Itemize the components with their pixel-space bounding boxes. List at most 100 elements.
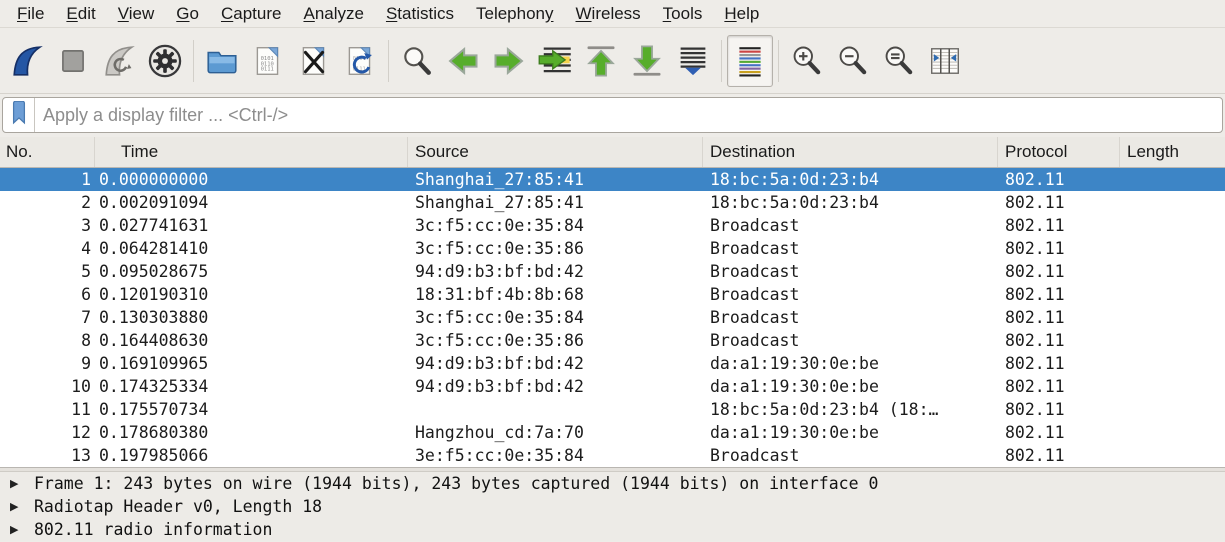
- zoom-out-button[interactable]: [830, 35, 876, 87]
- packet-cell-source: 3c:f5:cc:0e:35:84: [408, 306, 703, 329]
- packet-cell-protocol: 802.11: [998, 283, 1120, 306]
- packet-cell-no: 11: [0, 398, 95, 421]
- go-forward-button[interactable]: [486, 35, 532, 87]
- resize-columns-icon: [928, 44, 962, 78]
- save-file-button[interactable]: 010101100111: [245, 35, 291, 87]
- document-reload-icon: 01010111: [343, 44, 377, 78]
- menu-item-capture[interactable]: Capture: [210, 2, 292, 26]
- packet-row[interactable]: 120.178680380Hangzhou_cd:7a:70da:a1:19:3…: [0, 421, 1225, 444]
- go-first-packet-button[interactable]: [578, 35, 624, 87]
- reload-file-button[interactable]: 01010111: [337, 35, 383, 87]
- auto-scroll-button[interactable]: [670, 35, 716, 87]
- detail-line[interactable]: ▶Radiotap Header v0, Length 18: [0, 496, 1225, 519]
- packet-cell-time: 0.095028675: [95, 260, 408, 283]
- packet-cell-source: 94:d9:b3:bf:bd:42: [408, 375, 703, 398]
- auto-scroll-icon: [675, 43, 711, 79]
- packet-cell-destination: Broadcast: [703, 283, 998, 306]
- packet-cell-time: 0.174325334: [95, 375, 408, 398]
- packet-cell-no: 10: [0, 375, 95, 398]
- packet-cell-length: [1120, 260, 1225, 283]
- detail-line[interactable]: ▶Frame 1: 243 bytes on wire (1944 bits),…: [0, 473, 1225, 496]
- packet-cell-time: 0.002091094: [95, 191, 408, 214]
- filter-bookmark-button[interactable]: [3, 98, 35, 132]
- menu-item-edit[interactable]: Edit: [55, 2, 106, 26]
- packet-cell-source: 94:d9:b3:bf:bd:42: [408, 352, 703, 375]
- packet-row[interactable]: 90.16910996594:d9:b3:bf:bd:42da:a1:19:30…: [0, 352, 1225, 375]
- packet-row[interactable]: 40.0642814103c:f5:cc:0e:35:86Broadcast80…: [0, 237, 1225, 260]
- zoom-in-icon: [790, 44, 824, 78]
- column-header-time[interactable]: Time: [95, 137, 408, 167]
- document-close-icon: [297, 44, 331, 78]
- detail-line-text: Radiotap Header v0, Length 18: [34, 497, 322, 516]
- menu-item-analyze[interactable]: Analyze: [292, 2, 374, 26]
- packet-cell-protocol: 802.11: [998, 260, 1120, 283]
- packet-cell-time: 0.164408630: [95, 329, 408, 352]
- menu-item-go[interactable]: Go: [165, 2, 210, 26]
- menu-item-file[interactable]: File: [6, 2, 55, 26]
- go-to-packet-button[interactable]: [532, 35, 578, 87]
- zoom-normal-icon: [882, 44, 916, 78]
- resize-columns-button[interactable]: [922, 35, 968, 87]
- expand-arrow-icon[interactable]: ▶: [10, 496, 34, 518]
- column-header-destination[interactable]: Destination: [703, 137, 998, 167]
- packet-row[interactable]: 80.1644086303c:f5:cc:0e:35:86Broadcast80…: [0, 329, 1225, 352]
- packet-cell-destination: 18:bc:5a:0d:23:b4: [703, 191, 998, 214]
- capture-options-button[interactable]: [142, 35, 188, 87]
- expand-arrow-icon[interactable]: ▶: [10, 519, 34, 541]
- packet-row[interactable]: 110.17557073418:bc:5a:0d:23:b4 (18:…802.…: [0, 398, 1225, 421]
- colorize-packets-button[interactable]: [727, 35, 773, 87]
- packet-cell-source: Hangzhou_cd:7a:70: [408, 421, 703, 444]
- start-capture-button[interactable]: [4, 35, 50, 87]
- packet-cell-length: [1120, 329, 1225, 352]
- column-header-length[interactable]: Length: [1120, 137, 1225, 167]
- menu-item-view[interactable]: View: [107, 2, 166, 26]
- packet-cell-source: Shanghai_27:85:41: [408, 191, 703, 214]
- packet-list-body: 10.000000000Shanghai_27:85:4118:bc:5a:0d…: [0, 168, 1225, 467]
- column-header-source[interactable]: Source: [408, 137, 703, 167]
- open-file-button[interactable]: [199, 35, 245, 87]
- packet-row[interactable]: 10.000000000Shanghai_27:85:4118:bc:5a:0d…: [0, 168, 1225, 191]
- menu-item-wireless[interactable]: Wireless: [565, 2, 652, 26]
- packet-cell-destination: Broadcast: [703, 260, 998, 283]
- packet-row[interactable]: 100.17432533494:d9:b3:bf:bd:42da:a1:19:3…: [0, 375, 1225, 398]
- packet-cell-time: 0.064281410: [95, 237, 408, 260]
- zoom-in-button[interactable]: [784, 35, 830, 87]
- menu-bar: FileEditViewGoCaptureAnalyzeStatisticsTe…: [0, 0, 1225, 28]
- menu-item-telephony[interactable]: Telephony: [465, 2, 565, 26]
- column-header-protocol[interactable]: Protocol: [998, 137, 1120, 167]
- packet-row[interactable]: 30.0277416313c:f5:cc:0e:35:84Broadcast80…: [0, 214, 1225, 237]
- restart-capture-button[interactable]: [96, 35, 142, 87]
- packet-row[interactable]: 20.002091094Shanghai_27:85:4118:bc:5a:0d…: [0, 191, 1225, 214]
- packet-cell-no: 3: [0, 214, 95, 237]
- stop-capture-button[interactable]: [50, 35, 96, 87]
- close-file-button[interactable]: [291, 35, 337, 87]
- menu-item-help[interactable]: Help: [713, 2, 770, 26]
- packet-row[interactable]: 60.12019031018:31:bf:4b:8b:68Broadcast80…: [0, 283, 1225, 306]
- packet-list-header: No. Time Source Destination Protocol Len…: [0, 137, 1225, 168]
- arrow-left-icon: [445, 43, 481, 79]
- packet-cell-length: [1120, 352, 1225, 375]
- find-packet-button[interactable]: [394, 35, 440, 87]
- menu-item-statistics[interactable]: Statistics: [375, 2, 465, 26]
- packet-row[interactable]: 130.1979850663e:f5:cc:0e:35:84Broadcast8…: [0, 444, 1225, 467]
- packet-cell-length: [1120, 168, 1225, 191]
- detail-line[interactable]: ▶802.11 radio information: [0, 519, 1225, 542]
- packet-cell-time: 0.178680380: [95, 421, 408, 444]
- packet-cell-protocol: 802.11: [998, 168, 1120, 191]
- menu-item-tools[interactable]: Tools: [652, 2, 714, 26]
- display-filter-input[interactable]: [35, 98, 1222, 132]
- go-back-button[interactable]: [440, 35, 486, 87]
- packet-row[interactable]: 70.1303038803c:f5:cc:0e:35:84Broadcast80…: [0, 306, 1225, 329]
- go-last-packet-button[interactable]: [624, 35, 670, 87]
- zoom-normal-button[interactable]: [876, 35, 922, 87]
- packet-cell-destination: Broadcast: [703, 306, 998, 329]
- column-header-no[interactable]: No.: [0, 137, 95, 167]
- main-toolbar: 010101100111 01010111: [0, 28, 1225, 94]
- detail-line-text: 802.11 radio information: [34, 520, 272, 539]
- packet-cell-length: [1120, 375, 1225, 398]
- packet-cell-time: 0.130303880: [95, 306, 408, 329]
- display-filter-box[interactable]: [2, 97, 1223, 133]
- expand-arrow-icon[interactable]: ▶: [10, 473, 34, 495]
- packet-cell-no: 13: [0, 444, 95, 467]
- packet-row[interactable]: 50.09502867594:d9:b3:bf:bd:42Broadcast80…: [0, 260, 1225, 283]
